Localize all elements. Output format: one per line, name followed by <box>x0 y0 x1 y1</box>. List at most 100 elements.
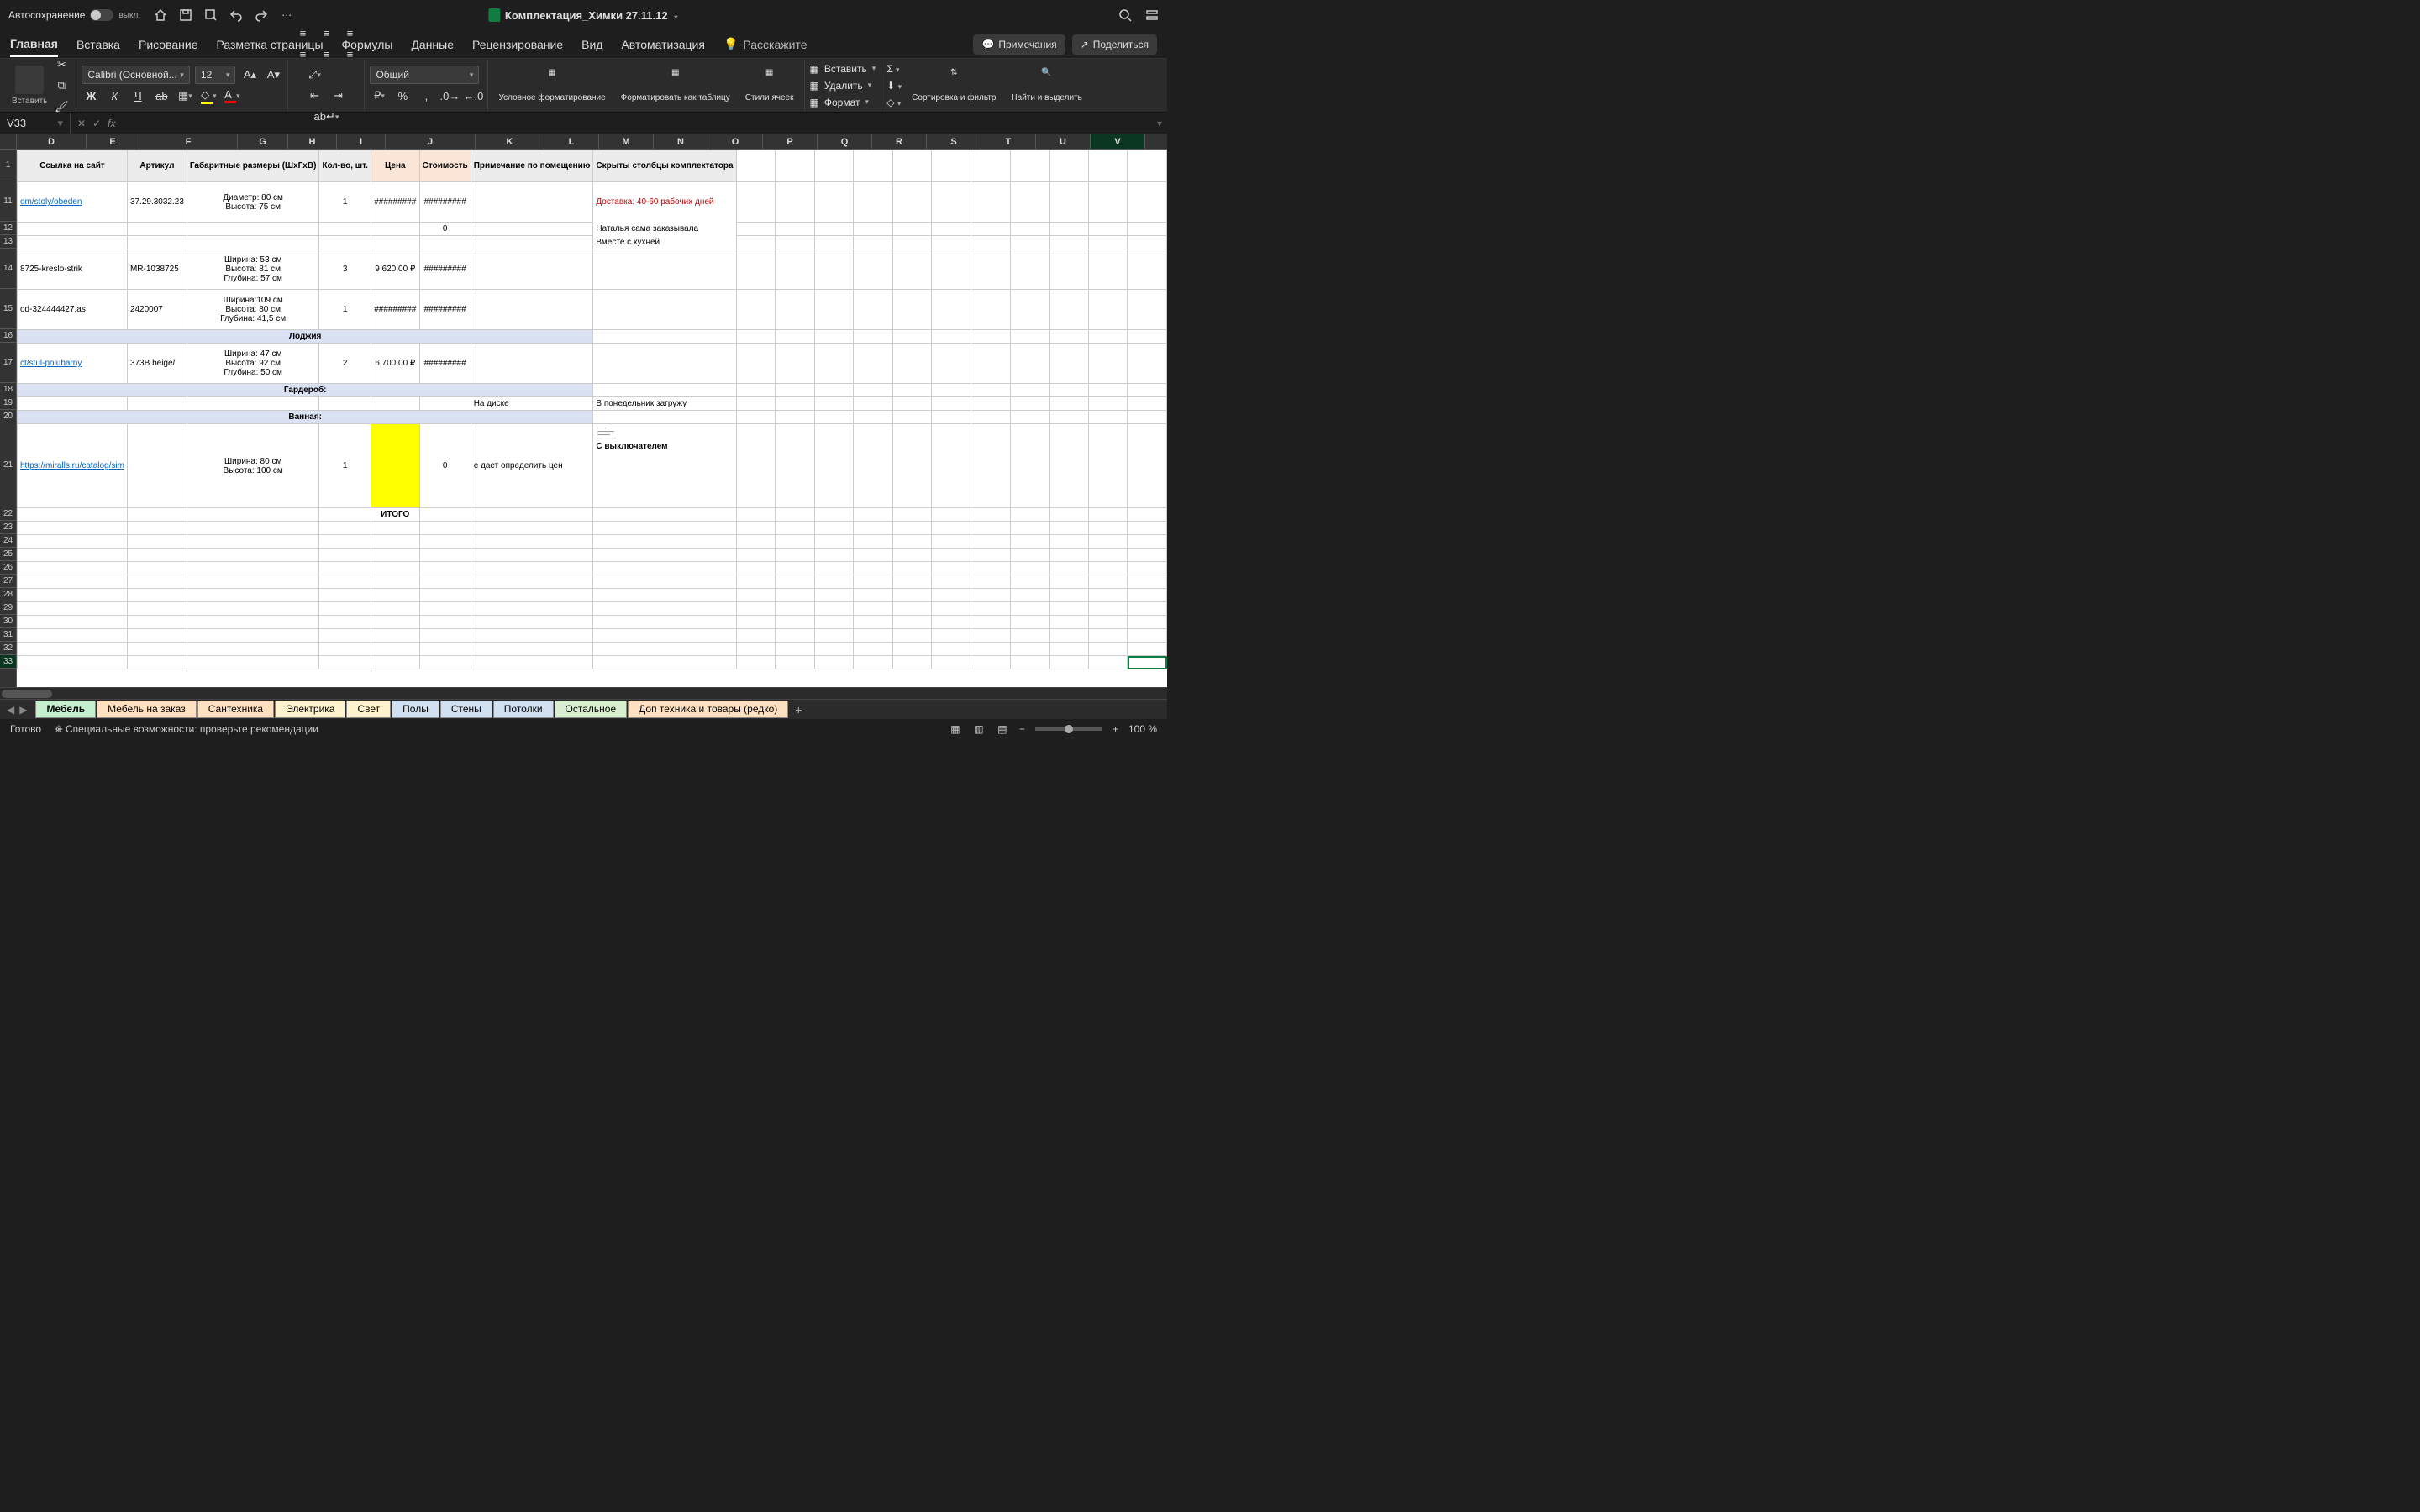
zoom-out-button[interactable]: − <box>1019 723 1025 735</box>
sheet-tab[interactable]: Потолки <box>493 701 554 718</box>
header-j[interactable]: Примечание по помещению <box>471 150 593 182</box>
column-header-P[interactable]: P <box>763 134 818 149</box>
zoom-slider[interactable] <box>1035 727 1102 731</box>
selected-cell[interactable] <box>1128 656 1167 669</box>
add-sheet-button[interactable]: + <box>789 703 808 717</box>
row-header-11[interactable]: 11 <box>0 181 16 222</box>
column-header-K[interactable]: K <box>476 134 544 149</box>
tab-view[interactable]: Вид <box>581 33 602 56</box>
format-cells-button[interactable]: ▦ Формат ▾ <box>810 97 876 108</box>
orientation-icon[interactable]: ⤢▾ <box>305 66 324 84</box>
header-g[interactable]: Кол-во, шт. <box>319 150 371 182</box>
row-header-25[interactable]: 25 <box>0 548 16 561</box>
sheet-tab[interactable]: Мебель <box>35 701 96 718</box>
row-header-13[interactable]: 13 <box>0 235 16 249</box>
formula-input[interactable] <box>122 113 1152 134</box>
zoom-level[interactable]: 100 % <box>1128 723 1157 735</box>
toolbar-options-icon[interactable] <box>1145 8 1159 22</box>
column-header-T[interactable]: T <box>981 134 1036 149</box>
header-d[interactable]: Ссылка на сайт <box>18 150 128 182</box>
page-layout-view-icon[interactable]: ▥ <box>972 722 986 736</box>
decrease-indent-icon[interactable]: ⇤ <box>305 87 324 105</box>
row-header-33[interactable]: 33 <box>0 655 16 669</box>
redo-icon[interactable] <box>255 8 268 22</box>
sheet-tab[interactable]: Доп техника и товары (редко) <box>628 701 788 718</box>
paste-icon[interactable] <box>15 66 44 94</box>
row-header-32[interactable]: 32 <box>0 642 16 655</box>
sheet-tab[interactable]: Сантехника <box>197 701 274 718</box>
row-header-19[interactable]: 19 <box>0 396 16 410</box>
undo-icon[interactable] <box>229 8 243 22</box>
column-header-U[interactable]: U <box>1036 134 1091 149</box>
spreadsheet-grid[interactable]: DEFGHIJKLMNOPQRSTUV 11112131415161718192… <box>0 134 1167 687</box>
save-as-icon[interactable] <box>204 8 218 22</box>
sheet-tab[interactable]: Электрика <box>275 701 345 718</box>
format-as-table-button[interactable]: ▦Форматировать как таблицу <box>616 68 735 102</box>
row-header-18[interactable]: 18 <box>0 383 16 396</box>
column-header-Q[interactable]: Q <box>818 134 872 149</box>
row-header-20[interactable]: 20 <box>0 410 16 423</box>
align-left-icon[interactable]: ≡ <box>293 45 312 63</box>
search-icon[interactable] <box>1118 8 1132 22</box>
comments-button[interactable]: 💬 Примечания <box>973 34 1065 55</box>
sheet-tab[interactable]: Полы <box>392 701 439 718</box>
tab-review[interactable]: Рецензирование <box>472 33 563 56</box>
tell-me[interactable]: 💡 Расскажите <box>723 37 808 51</box>
sheet-tab[interactable]: Свет <box>346 701 391 718</box>
cut-icon[interactable]: ✂ <box>52 55 71 74</box>
italic-button[interactable]: К <box>105 87 124 105</box>
column-header-S[interactable]: S <box>927 134 981 149</box>
column-header-G[interactable]: G <box>238 134 288 149</box>
decrease-font-icon[interactable]: A▾ <box>264 66 282 84</box>
header-e[interactable]: Артикул <box>127 150 187 182</box>
section-row[interactable]: Ванная: <box>18 411 593 424</box>
align-right-icon[interactable]: ≡ <box>340 45 359 63</box>
row-header-1[interactable]: 1 <box>0 150 16 181</box>
row-header-28[interactable]: 28 <box>0 588 16 601</box>
row-header-24[interactable]: 24 <box>0 534 16 548</box>
section-row[interactable]: Лоджия <box>18 330 593 344</box>
currency-icon[interactable]: ₽▾ <box>370 87 388 105</box>
decrease-decimal-icon[interactable]: ←.0 <box>464 87 482 105</box>
next-sheet-icon[interactable]: ▶ <box>19 704 27 716</box>
tab-automate[interactable]: Автоматизация <box>621 33 704 56</box>
home-icon[interactable] <box>154 8 167 22</box>
autosum-icon[interactable]: Σ ▾ <box>886 63 902 75</box>
row-header-30[interactable]: 30 <box>0 615 16 628</box>
column-header-F[interactable]: F <box>139 134 238 149</box>
row-header-16[interactable]: 16 <box>0 329 16 343</box>
autosave-toggle[interactable]: Автосохранение выкл. <box>8 9 140 21</box>
column-header-L[interactable]: L <box>544 134 599 149</box>
header-k[interactable]: Скрыты столбцы комплектатора <box>593 150 736 182</box>
column-header-O[interactable]: O <box>708 134 763 149</box>
column-header-H[interactable]: H <box>288 134 337 149</box>
column-header-D[interactable]: D <box>17 134 87 149</box>
comma-icon[interactable]: , <box>417 87 435 105</box>
row-header-21[interactable]: 21 <box>0 423 16 507</box>
insert-cells-button[interactable]: ▦ Вставить ▾ <box>810 63 876 75</box>
increase-indent-icon[interactable]: ⇥ <box>329 87 347 105</box>
share-button[interactable]: ↗ Поделиться <box>1072 34 1157 55</box>
fx-icon[interactable]: fx <box>108 118 115 129</box>
font-name-combo[interactable]: Calibri (Основной...▾ <box>82 66 190 84</box>
expand-formula-icon[interactable]: ▾ <box>1152 118 1167 129</box>
name-box[interactable]: V33▾ <box>0 113 71 134</box>
column-header-J[interactable]: J <box>386 134 476 149</box>
row-header-23[interactable]: 23 <box>0 521 16 534</box>
header-f[interactable]: Габаритные размеры (ШхГхВ) <box>187 150 319 182</box>
copy-icon[interactable]: ⧉ <box>52 76 71 95</box>
row-header-31[interactable]: 31 <box>0 628 16 642</box>
tab-draw[interactable]: Рисование <box>139 33 198 56</box>
sheet-tab[interactable]: Мебель на заказ <box>97 701 197 718</box>
align-center-icon[interactable]: ≡ <box>317 45 335 63</box>
more-icon[interactable]: ⋯ <box>280 8 293 22</box>
bold-button[interactable]: Ж <box>82 87 100 105</box>
accessibility-status[interactable]: ⛯ Специальные возможности: проверьте рек… <box>55 723 318 736</box>
zoom-in-button[interactable]: + <box>1113 723 1118 735</box>
column-header-R[interactable]: R <box>872 134 927 149</box>
number-format-combo[interactable]: Общий▾ <box>370 66 479 84</box>
cancel-icon[interactable]: ✕ <box>77 118 86 129</box>
row-header-29[interactable]: 29 <box>0 601 16 615</box>
document-title[interactable]: Комплектация_Химки 27.11.12 ⌄ <box>488 8 679 22</box>
font-size-combo[interactable]: 12▾ <box>195 66 236 84</box>
